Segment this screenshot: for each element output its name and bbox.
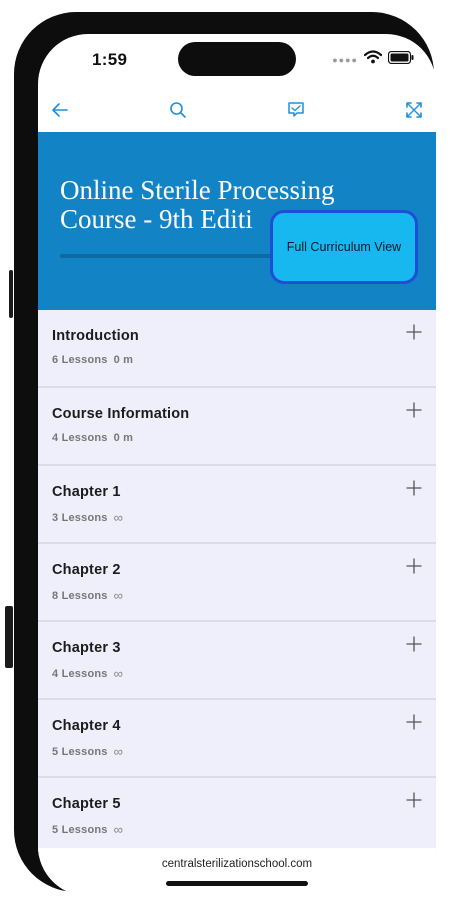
hero-progress-bar xyxy=(60,254,300,258)
infinity-icon: ∞ xyxy=(113,744,124,759)
plus-icon[interactable] xyxy=(406,402,422,418)
section-title: Introduction xyxy=(52,328,139,344)
duration: 0 m xyxy=(113,354,134,366)
lesson-count: 4 Lessons xyxy=(52,432,108,444)
infinity-icon: ∞ xyxy=(113,588,124,603)
phone-screen: 1:59 ●●●● Online Sterile Processing Cour… xyxy=(38,34,436,896)
lesson-count: 4 Lessons xyxy=(52,667,108,680)
section-title: Chapter 1 xyxy=(52,484,121,500)
back-button[interactable] xyxy=(46,96,74,124)
infinity-icon: ∞ xyxy=(113,666,124,681)
section-title: Chapter 5 xyxy=(52,796,121,812)
arrow-left-icon xyxy=(52,103,68,117)
section-meta: 8 Lessons ∞ xyxy=(52,588,123,603)
section-meta: 5 Lessons ∞ xyxy=(52,822,123,837)
section-title: Chapter 3 xyxy=(52,640,121,656)
lesson-count: 5 Lessons xyxy=(52,745,108,758)
section-meta: 5 Lessons ∞ xyxy=(52,744,123,759)
chat-button[interactable] xyxy=(282,96,310,124)
side-button-left-top xyxy=(9,270,13,318)
section-meta: 3 Lessons ∞ xyxy=(52,510,123,525)
section-title: Chapter 2 xyxy=(52,562,121,578)
chat-bubble-icon xyxy=(288,102,304,117)
dynamic-island xyxy=(178,42,296,76)
lesson-count: 5 Lessons xyxy=(52,823,108,836)
section-meta: 4 Lessons 0 m xyxy=(52,432,133,444)
url-bar[interactable]: centralsterilizationschool.com xyxy=(38,848,436,896)
section-meta: 6 Lessons 0 m xyxy=(52,354,133,366)
search-icon xyxy=(170,102,186,118)
phone-frame: 1:59 ●●●● Online Sterile Processing Cour… xyxy=(14,12,436,896)
list-item[interactable]: Chapter 4 5 Lessons ∞ xyxy=(38,700,436,778)
lesson-count: 6 Lessons xyxy=(52,354,108,366)
plus-icon[interactable] xyxy=(406,792,422,808)
plus-icon[interactable] xyxy=(406,324,422,340)
lesson-count: 3 Lessons xyxy=(52,511,108,524)
section-title: Course Information xyxy=(52,406,190,422)
full-curriculum-view-button[interactable]: Full Curriculum View xyxy=(270,210,418,284)
list-item[interactable]: Chapter 3 4 Lessons ∞ xyxy=(38,622,436,700)
duration: 0 m xyxy=(113,432,134,444)
plus-icon[interactable] xyxy=(406,558,422,574)
curriculum-list: Introduction 6 Lessons 0 m Course Inform… xyxy=(38,310,436,856)
expand-icon xyxy=(406,102,422,118)
signal-dots-icon: ●●●● xyxy=(332,54,358,65)
list-item[interactable]: Chapter 2 8 Lessons ∞ xyxy=(38,544,436,622)
list-item[interactable]: Chapter 5 5 Lessons ∞ xyxy=(38,778,436,856)
home-indicator[interactable] xyxy=(166,881,308,886)
wifi-icon xyxy=(363,50,383,69)
list-item[interactable]: Introduction 6 Lessons 0 m xyxy=(38,310,436,388)
plus-icon[interactable] xyxy=(406,714,422,730)
browser-toolbar xyxy=(38,88,436,132)
expand-button[interactable] xyxy=(400,96,428,124)
search-button[interactable] xyxy=(164,96,192,124)
status-icons: ●●●● xyxy=(332,50,414,69)
plus-icon[interactable] xyxy=(406,636,422,652)
infinity-icon: ∞ xyxy=(113,510,124,525)
list-item[interactable]: Course Information 4 Lessons 0 m xyxy=(38,388,436,466)
battery-icon xyxy=(387,50,414,69)
section-meta: 4 Lessons ∞ xyxy=(52,666,123,681)
lesson-count: 8 Lessons xyxy=(52,589,108,602)
plus-icon[interactable] xyxy=(406,480,422,496)
infinity-icon: ∞ xyxy=(113,822,124,837)
section-title: Chapter 4 xyxy=(52,718,121,734)
url-text: centralsterilizationschool.com xyxy=(161,858,313,870)
side-button-left-bottom xyxy=(5,606,13,668)
status-time: 1:59 xyxy=(92,50,128,69)
list-item[interactable]: Chapter 1 3 Lessons ∞ xyxy=(38,466,436,544)
